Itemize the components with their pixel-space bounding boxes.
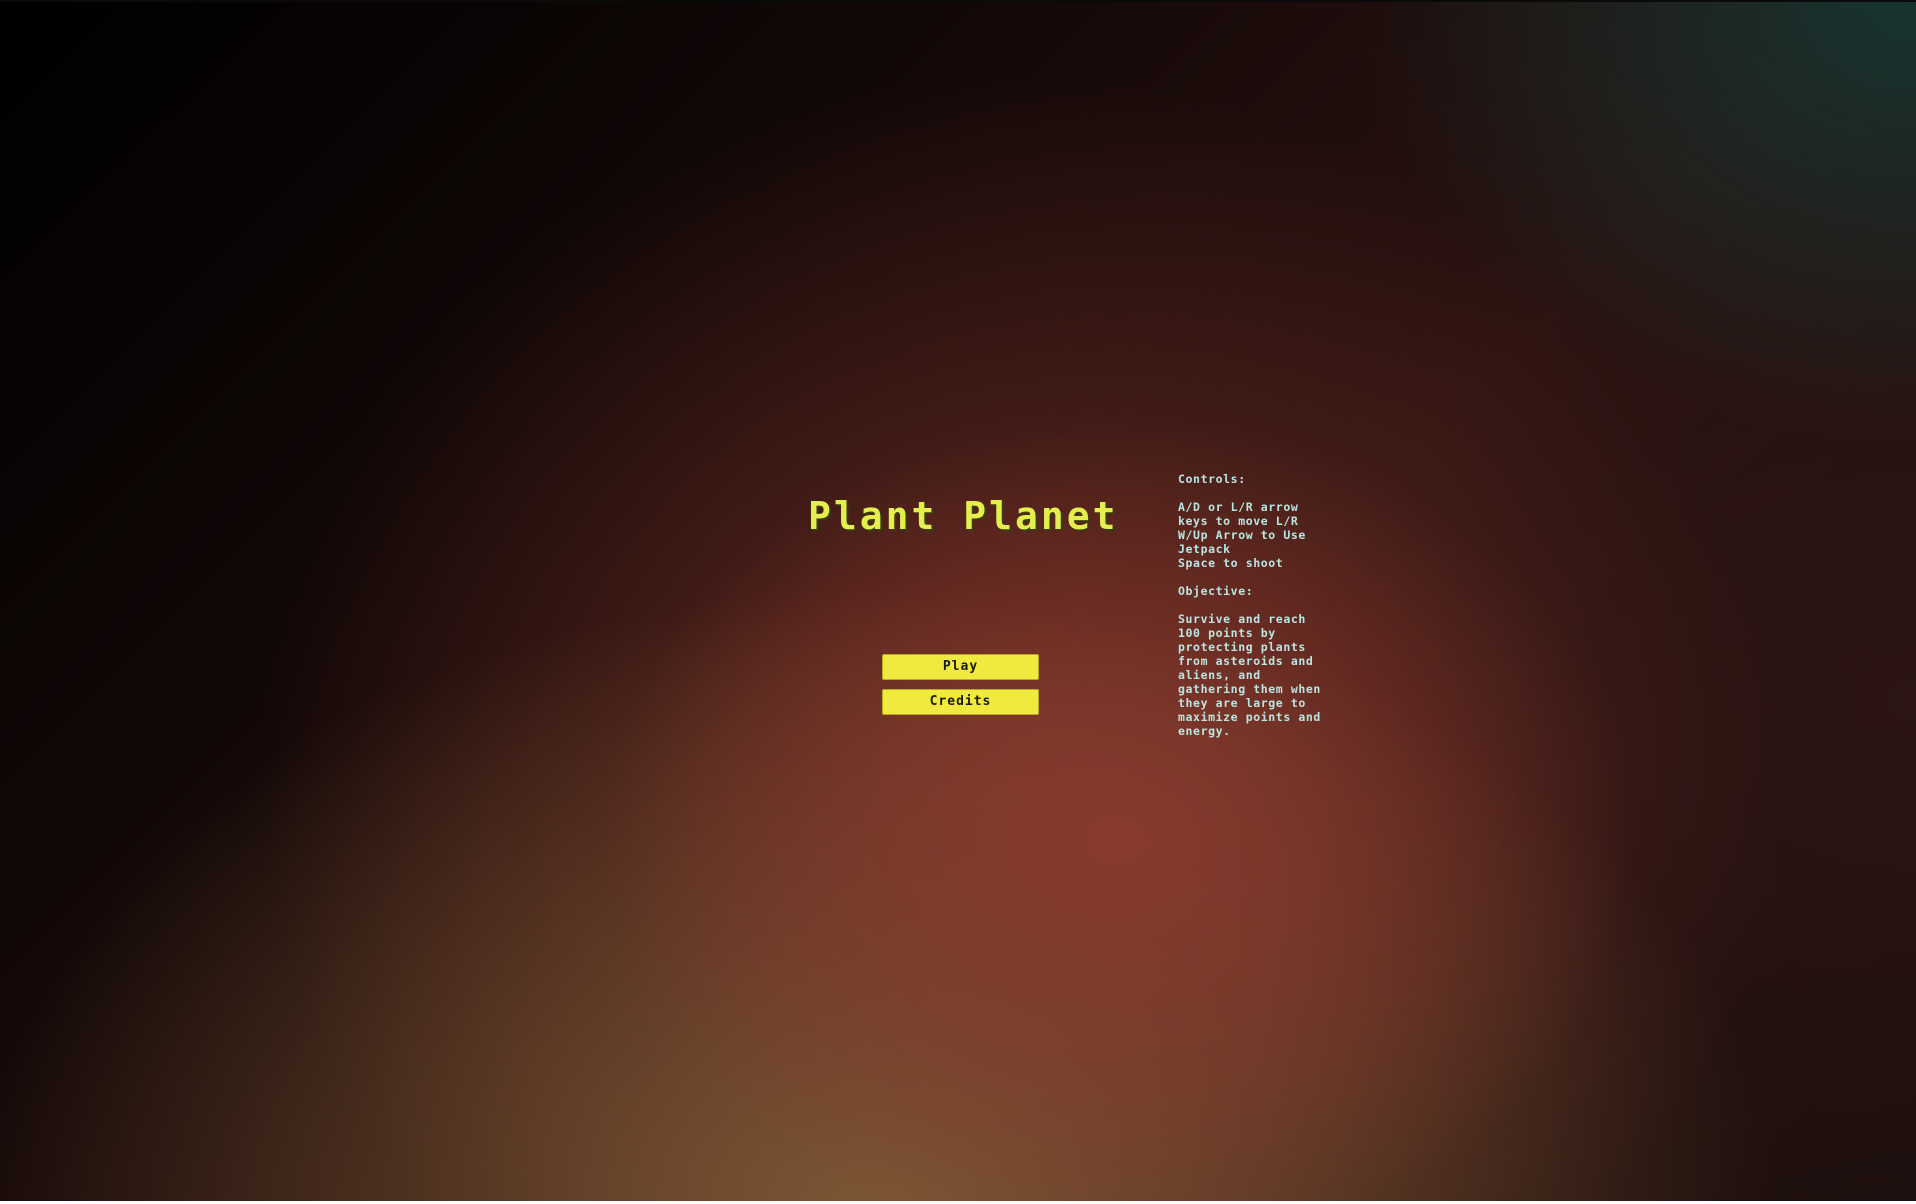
objective-line: they are large to	[1178, 696, 1306, 710]
objective-line: gathering them when	[1178, 682, 1321, 696]
credits-button[interactable]: Credits	[882, 689, 1039, 715]
objective-line: 100 points by	[1178, 626, 1276, 640]
game-title: Plant Planet	[808, 494, 1119, 538]
game-screen: Plant Planet Play Credits Controls: A/D …	[0, 0, 1916, 1204]
objective-line: energy.	[1178, 724, 1231, 738]
objective-line: aliens, and	[1178, 668, 1261, 682]
objective-line: from asteroids and	[1178, 654, 1314, 668]
controls-line: A/D or L/R arrow	[1178, 500, 1299, 514]
play-button[interactable]: Play	[882, 654, 1039, 680]
instructions-panel: Controls: A/D or L/R arrow keys to move …	[1178, 472, 1348, 738]
controls-line: Space to shoot	[1178, 556, 1284, 570]
objective-line: protecting plants	[1178, 640, 1306, 654]
frame-top-edge	[0, 0, 1916, 2]
controls-line: W/Up Arrow to Use	[1178, 528, 1306, 542]
controls-line: Jetpack	[1178, 542, 1231, 556]
objective-line: Survive and reach	[1178, 612, 1306, 626]
objective-line: maximize points and	[1178, 710, 1321, 724]
objective-heading: Objective:	[1178, 584, 1254, 598]
controls-line: keys to move L/R	[1178, 514, 1299, 528]
controls-heading: Controls:	[1178, 472, 1246, 486]
